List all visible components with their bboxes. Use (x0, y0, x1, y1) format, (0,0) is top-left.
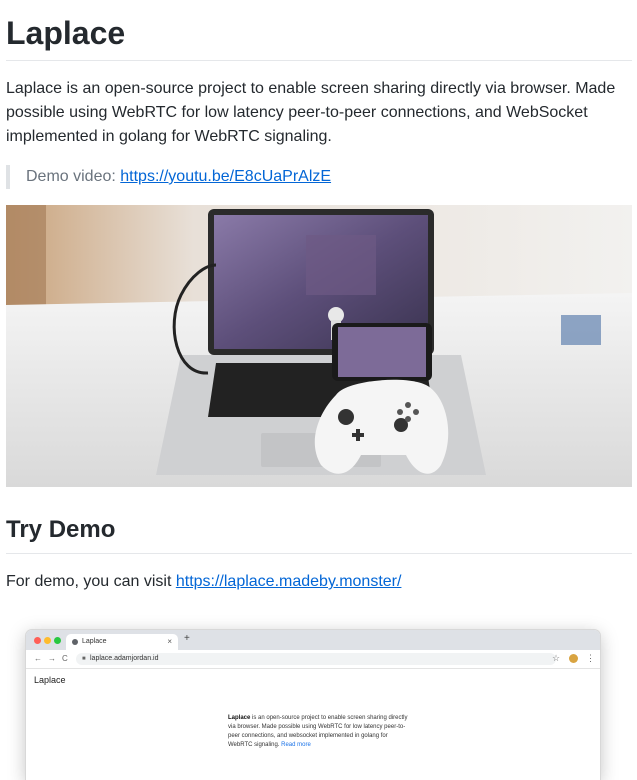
url-field: ■ laplace.adamjordan.id (76, 653, 556, 665)
inner-page-description: Laplace is an open-source project to ena… (228, 714, 408, 750)
forward-arrow-icon: → (48, 654, 56, 663)
try-demo-link[interactable]: https://laplace.madeby.monster/ (176, 573, 402, 590)
browser-tab-bar: Laplace × + (26, 630, 600, 650)
browser-tab: Laplace × (66, 634, 178, 650)
read-more-link: Read more (281, 742, 311, 748)
browser-address-bar: ← → C ■ laplace.adamjordan.id ☆ ⋮ (26, 650, 600, 669)
minimize-window-icon (44, 637, 51, 644)
lock-icon: ■ (82, 656, 86, 662)
laptop-controller-photo (6, 205, 632, 487)
demo-video-link[interactable]: https://youtu.be/E8cUaPrAlzE (120, 168, 331, 185)
close-window-icon (34, 637, 41, 644)
maximize-window-icon (54, 637, 61, 644)
browser-tab-title: Laplace (82, 638, 107, 645)
readme-content: Laplace Laplace is an open-source projec… (6, 0, 632, 594)
browser-screenshot: Laplace × + ← → C ■ laplace.adamjordan.i… (26, 630, 600, 780)
url-text: laplace.adamjordan.id (90, 655, 159, 662)
star-icon: ☆ (552, 653, 561, 663)
inner-page-title: Laplace (34, 675, 66, 685)
page-title: Laplace (6, 0, 632, 61)
demo-video-label: Demo video: (26, 168, 121, 185)
inner-desc-text: is an open-source project to enable scre… (228, 715, 408, 748)
menu-icon: ⋮ (586, 653, 595, 663)
tab-close-icon: × (167, 637, 172, 646)
globe-icon (72, 639, 78, 645)
demo-video-quote: Demo video: https://youtu.be/E8cUaPrAlzE (6, 165, 632, 189)
intro-paragraph: Laplace is an open-source project to ena… (6, 80, 616, 145)
try-demo-heading: Try Demo (6, 515, 632, 554)
reload-icon: C (62, 654, 68, 663)
new-tab-icon: + (184, 633, 190, 644)
back-arrow-icon: ← (34, 654, 42, 663)
try-demo-paragraph: For demo, you can visit https://laplace.… (6, 570, 632, 594)
try-demo-text: For demo, you can visit (6, 573, 176, 590)
inner-desc-bold: Laplace (228, 715, 251, 721)
avatar-icon (569, 654, 578, 663)
